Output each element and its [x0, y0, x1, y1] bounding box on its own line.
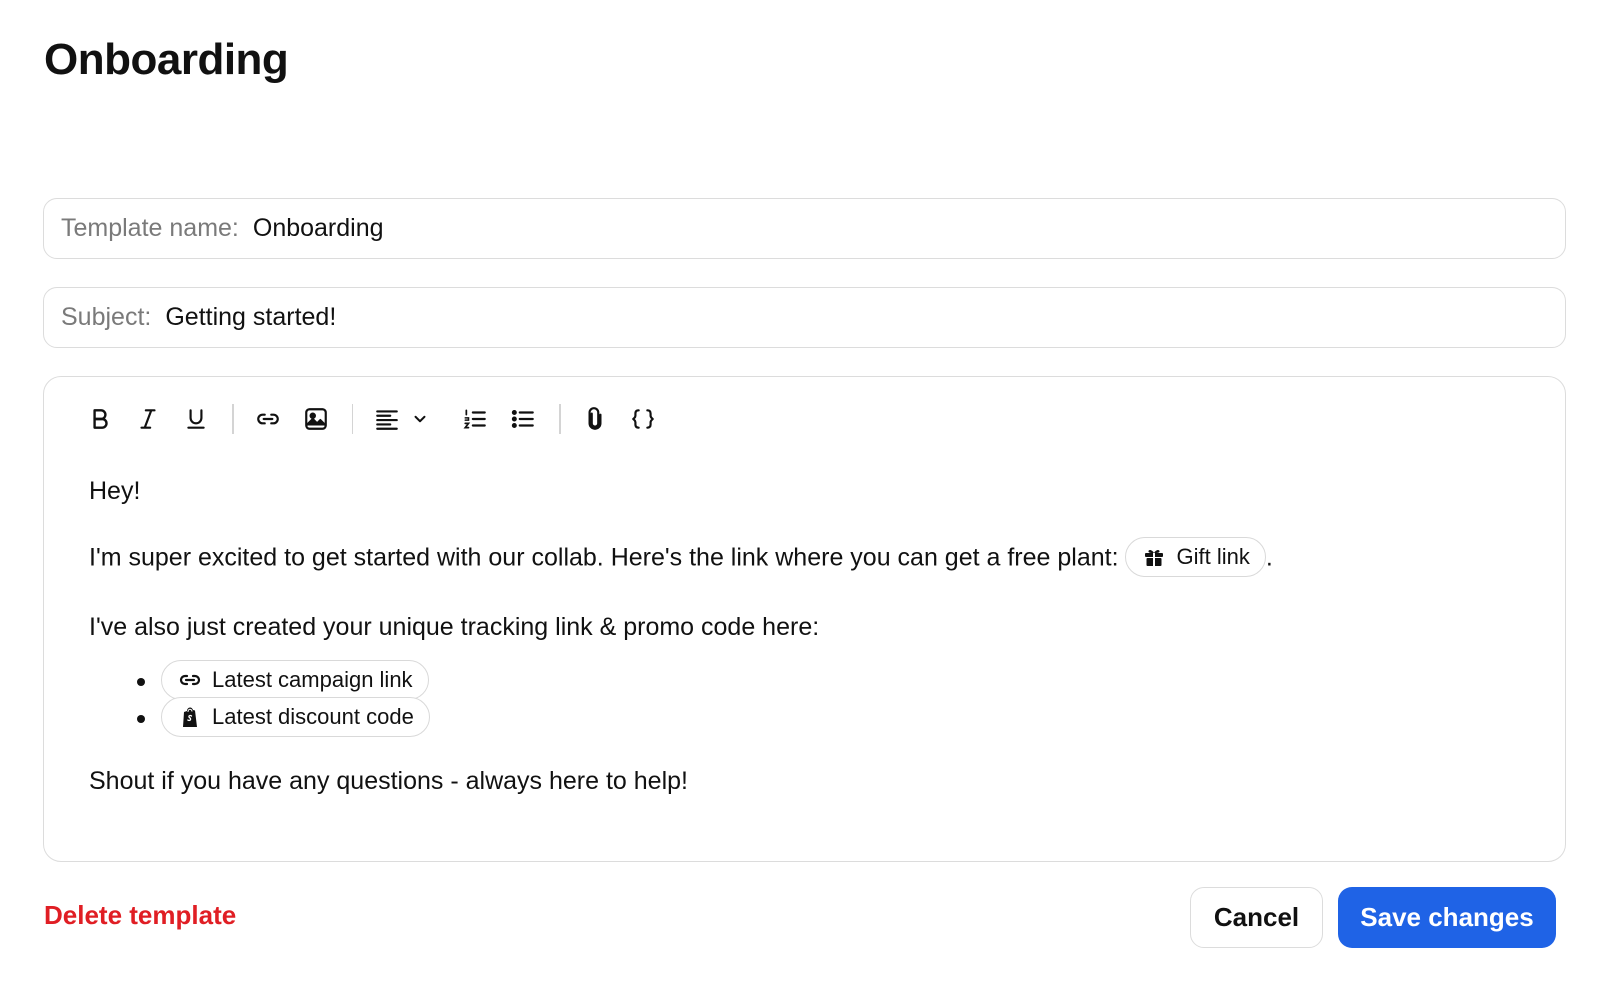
link-icon [179, 674, 201, 685]
toolbar-divider [559, 404, 561, 434]
template-name-input[interactable]: Onboarding [253, 214, 384, 243]
editor-toolbar [80, 399, 671, 439]
list-item: Latest discount code [137, 696, 1525, 737]
campaign-link-chip[interactable]: Latest campaign link [161, 659, 429, 700]
page-title: Onboarding [44, 35, 289, 84]
template-editor-page: Onboarding Template name: Onboarding Sub… [0, 0, 1600, 982]
save-changes-button[interactable]: Save changes [1338, 887, 1556, 948]
cancel-button[interactable]: Cancel [1190, 887, 1323, 948]
link-icon[interactable] [248, 399, 288, 439]
subject-label: Subject: [61, 303, 152, 331]
gift-link-chip[interactable]: Gift link [1125, 537, 1266, 577]
subject-field[interactable]: Subject: Getting started! [43, 287, 1566, 348]
closing-line: Shout if you have any questions - always… [89, 767, 688, 795]
list-item: Latest campaign link [137, 659, 1525, 700]
italic-icon[interactable] [128, 399, 168, 439]
bullet-list-icon[interactable] [503, 399, 543, 439]
intro-text: I'm super excited to get started with ou… [89, 543, 1126, 572]
toolbar-divider [232, 404, 234, 434]
campaign-link-label: Latest campaign link [212, 666, 413, 692]
bold-icon[interactable] [80, 399, 120, 439]
intro-end: . [1265, 543, 1273, 572]
toolbar-divider [351, 404, 353, 434]
chevron-down-icon[interactable] [407, 399, 433, 439]
variables-icon[interactable] [623, 399, 663, 439]
align-left-icon[interactable] [367, 399, 407, 439]
discount-code-label: Latest discount code [212, 703, 414, 729]
intro-paragraph: I'm super excited to get started with ou… [89, 537, 1525, 579]
subject-input[interactable]: Getting started! [165, 303, 336, 332]
greeting-line: Hey! [89, 477, 141, 505]
gift-link-label: Gift link [1176, 544, 1250, 569]
template-name-label: Template name: [61, 214, 239, 242]
underline-icon[interactable] [176, 399, 216, 439]
editor-content[interactable]: Hey! I'm super excited to get started wi… [89, 473, 1525, 829]
discount-code-chip[interactable]: Latest discount code [161, 696, 430, 737]
attachment-icon[interactable] [575, 399, 615, 439]
bullet-list: Latest campaign link Latest discount cod… [137, 659, 1525, 737]
numbered-list-icon[interactable] [455, 399, 495, 439]
image-icon[interactable] [296, 399, 336, 439]
tracking-paragraph: I've also just created your unique track… [89, 613, 820, 641]
rich-text-editor[interactable]: Hey! I'm super excited to get started wi… [43, 376, 1566, 862]
template-name-field[interactable]: Template name: Onboarding [43, 198, 1566, 259]
shopify-bag-icon [183, 707, 197, 727]
delete-template-button[interactable]: Delete template [44, 900, 236, 931]
gift-icon [1145, 549, 1164, 566]
